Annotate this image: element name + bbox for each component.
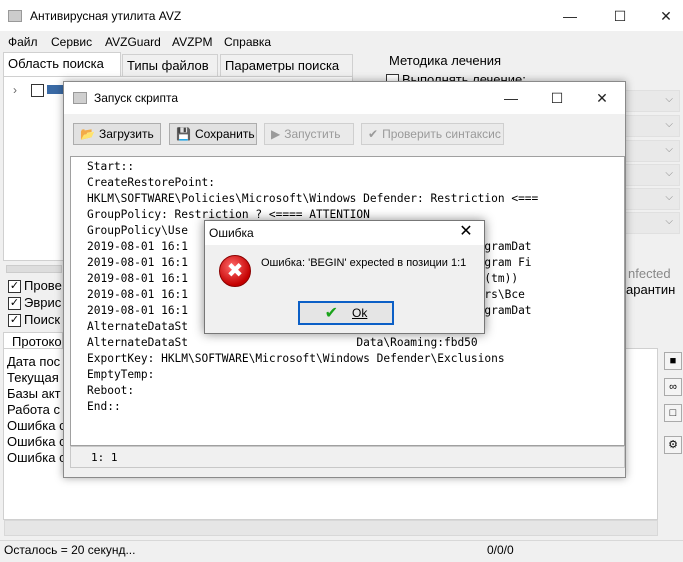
script-window-title: Запуск скрипта <box>94 91 179 105</box>
log-line: Базы акт <box>7 386 61 401</box>
main-titlebar: Антивирусная утилита AVZ — ☐ ✕ <box>0 0 683 32</box>
checkmark-icon: ✔ <box>324 305 339 322</box>
script-window-icon <box>73 92 87 104</box>
error-icon: ✖ <box>219 255 251 287</box>
save-label: Сохранить <box>194 127 255 141</box>
chevron-down-icon: ⌵ <box>665 94 673 105</box>
close-icon[interactable]: ✕ <box>643 0 683 32</box>
status-time-left: Осталось = 20 секунд... <box>4 543 136 557</box>
code-line: Start:: <box>87 160 135 173</box>
log-line: Дата пос <box>7 354 61 369</box>
menu-avzpm[interactable]: AVZPM <box>172 35 212 49</box>
maximize-icon[interactable]: ☐ <box>597 0 643 32</box>
code-line: Reboot: <box>87 384 135 397</box>
play-icon: ▶ <box>271 127 281 141</box>
error-titlebar: Ошибка ✕ <box>205 221 484 245</box>
chevron-down-icon: ⌵ <box>665 168 673 179</box>
run-label: Запустить <box>284 127 341 141</box>
menu-avzguard[interactable]: AVZGuard <box>105 35 161 49</box>
tab-file-types[interactable]: Типы файлов <box>122 54 218 76</box>
run-button[interactable]: ▶ Запустить <box>264 123 354 145</box>
floppy-icon: 💾 <box>176 127 191 141</box>
chevron-down-icon: ⌵ <box>665 119 673 130</box>
error-dialog: Ошибка ✕ ✖ Ошибка: 'BEGIN' expected в по… <box>204 220 485 334</box>
log-line: Ошибка с <box>7 450 66 465</box>
glasses-icon[interactable]: ∞ <box>664 378 682 396</box>
treatment-select-4[interactable]: ⌵ <box>624 164 680 186</box>
code-line: HKLM\SOFTWARE\Policies\Microsoft\Windows… <box>87 192 539 205</box>
log-line: Текущая <box>7 370 59 385</box>
editor-statusbar: 1: 1 <box>70 446 625 468</box>
chevron-down-icon: ⌵ <box>665 192 673 203</box>
treatment-select-6[interactable]: ⌵ <box>624 212 680 234</box>
code-line: ExportKey: HKLM\SOFTWARE\Microsoft\Windo… <box>87 352 505 365</box>
close-icon[interactable]: ✕ <box>452 221 480 245</box>
quarantine-label: арантин <box>626 282 676 297</box>
save-log-icon[interactable]: ■ <box>664 352 682 370</box>
code-line: EmptyTemp: <box>87 368 155 381</box>
check-2-label: Эврис <box>24 295 62 310</box>
code-line: CreateRestorePoint: <box>87 176 215 189</box>
minimize-icon[interactable]: — <box>488 82 534 114</box>
treatment-select-5[interactable]: ⌵ <box>624 188 680 210</box>
check-3-label: Поиск <box>24 312 61 327</box>
load-label: Загрузить <box>98 127 154 141</box>
checkmark-icon: ✔ <box>368 127 379 141</box>
status-counters: 0/0/0 <box>487 543 514 557</box>
log-line: Ошибка с <box>7 434 66 449</box>
method-title: Методика лечения <box>389 53 502 68</box>
tab-search-area[interactable]: Область поиска <box>3 52 121 76</box>
error-message: Ошибка: 'BEGIN' expected в позиции 1:1 <box>261 257 467 269</box>
code-line: End:: <box>87 400 121 413</box>
code-line: AlternateDataSt Data\Roaming:fbd50 <box>87 336 478 349</box>
ok-label: Ok <box>352 306 368 320</box>
log-line: Ошибка с <box>7 418 66 433</box>
check-syntax-label: Проверить синтаксис <box>382 127 501 141</box>
check-1-label: Прове <box>24 278 62 293</box>
menu-file[interactable]: Файл <box>8 35 38 49</box>
tab-protocol[interactable]: Протоко <box>3 332 63 349</box>
save-button[interactable]: 💾 Сохранить <box>169 123 257 145</box>
close-icon[interactable]: ✕ <box>579 82 625 114</box>
chevron-right-icon[interactable]: › <box>13 83 17 97</box>
tree-checkbox[interactable] <box>31 84 44 97</box>
tab-search-params[interactable]: Параметры поиска <box>220 54 353 76</box>
infected-label: nfected <box>628 266 671 281</box>
main-window-title: Антивирусная утилита AVZ <box>30 9 182 23</box>
menubar: Файл Сервис AVZGuard AVZPM Справка <box>0 32 683 52</box>
check-2-checkbox[interactable]: ✓ <box>8 297 21 310</box>
error-title: Ошибка <box>209 226 254 240</box>
log-line: Работа с <box>7 402 61 417</box>
code-line: GroupPolicy\Use <box>87 224 189 237</box>
check-3-checkbox[interactable]: ✓ <box>8 314 21 327</box>
chevron-down-icon: ⌵ <box>665 144 673 155</box>
cursor-position: 1: 1 <box>91 451 118 464</box>
check-syntax-button[interactable]: ✔ Проверить синтаксис <box>361 123 504 145</box>
treatment-select-2[interactable]: ⌵ <box>624 115 680 137</box>
load-button[interactable]: 📂 Загрузить <box>73 123 161 145</box>
gears-icon[interactable]: ⚙ <box>664 436 682 454</box>
script-toolbar: 📂 Загрузить 💾 Сохранить ▶ Запустить ✔ Пр… <box>64 118 625 150</box>
script-titlebar: Запуск скрипта — ☐ ✕ <box>64 82 625 114</box>
check-1-checkbox[interactable]: ✓ <box>8 280 21 293</box>
treatment-select-3[interactable]: ⌵ <box>624 140 680 162</box>
ok-button[interactable]: ✔ Ok <box>298 301 394 325</box>
document-icon[interactable]: □ <box>664 404 682 422</box>
app-icon <box>8 10 22 22</box>
progress-bar <box>4 520 658 536</box>
chevron-down-icon: ⌵ <box>665 216 673 227</box>
menu-service[interactable]: Сервис <box>51 35 92 49</box>
menu-help[interactable]: Справка <box>224 35 271 49</box>
folder-open-icon: 📂 <box>80 127 95 141</box>
maximize-icon[interactable]: ☐ <box>534 82 580 114</box>
progress-mini <box>6 265 62 273</box>
minimize-icon[interactable]: — <box>547 0 593 32</box>
treatment-select-1[interactable]: ⌵ <box>624 90 680 112</box>
